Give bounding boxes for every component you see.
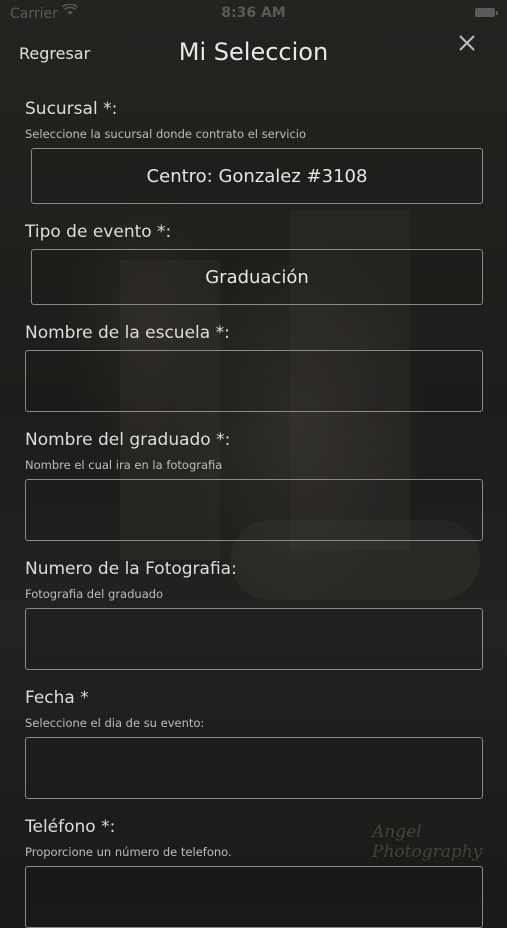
sucursal-select[interactable]: Centro: Gonzalez #3108: [31, 148, 483, 204]
page-title: Mi Seleccion: [178, 38, 329, 66]
sucursal-hint: Seleccione la sucursal donde contrato el…: [25, 127, 307, 141]
status-time: 8:36 AM: [221, 5, 286, 21]
telefono-hint: Proporcione un número de telefono.: [25, 845, 232, 859]
close-icon[interactable]: [457, 33, 477, 53]
graduado-hint: Nombre el cual ira en la fotografia: [25, 458, 223, 472]
fecha-input[interactable]: [25, 737, 483, 799]
navigation-bar: Regresar Mi Seleccion: [0, 30, 507, 76]
telefono-label: Teléfono *:: [25, 817, 116, 837]
tipo-evento-label: Tipo de evento *:: [25, 222, 172, 242]
status-bar: Carrier 8:36 AM: [0, 0, 507, 28]
fecha-hint: Seleccione el dia de su evento:: [25, 716, 205, 730]
escuela-input[interactable]: [25, 350, 483, 412]
escuela-label: Nombre de la escuela *:: [25, 323, 230, 343]
telefono-input[interactable]: [25, 866, 483, 928]
numero-foto-input[interactable]: [25, 608, 483, 670]
watermark-logo: Angel Photography: [372, 822, 483, 862]
fecha-label: Fecha *: [25, 688, 89, 708]
tipo-evento-select[interactable]: Graduación: [31, 249, 483, 305]
numero-foto-hint: Fotografia del graduado: [25, 587, 164, 601]
graduado-input[interactable]: [25, 479, 483, 541]
sucursal-label: Sucursal *:: [25, 99, 118, 119]
battery-icon: [475, 8, 498, 17]
graduado-label: Nombre del graduado *:: [25, 430, 231, 450]
numero-foto-label: Numero de la Fotografia:: [25, 559, 237, 579]
